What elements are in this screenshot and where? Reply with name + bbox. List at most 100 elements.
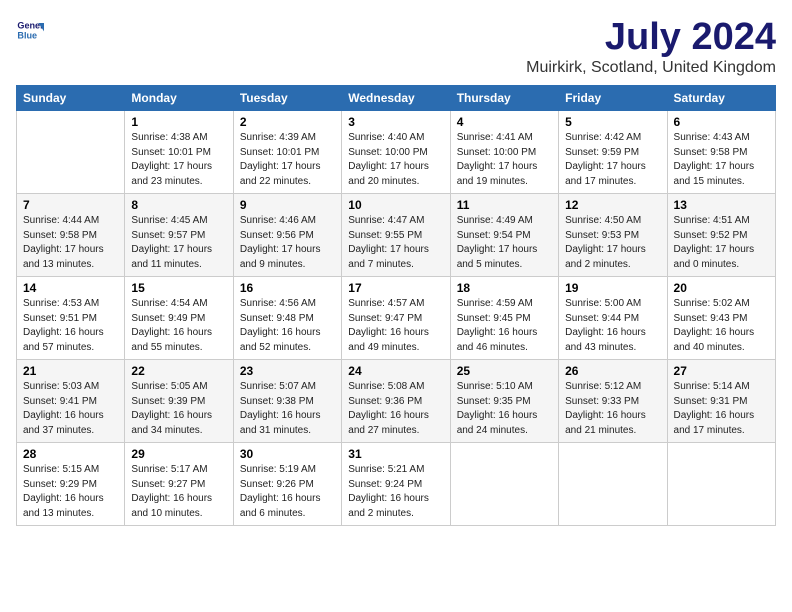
day-header-tuesday: Tuesday — [233, 86, 341, 111]
calendar-cell: 16 Sunrise: 4:56 AM Sunset: 9:48 PM Dayli… — [233, 277, 341, 360]
calendar-week-3: 14Sunrise: 4:53 AM Sunset: 9:51 PM Dayli… — [17, 277, 776, 360]
calendar-cell: 23Sunrise: 5:07 AM Sunset: 9:38 PM Dayli… — [233, 360, 341, 443]
calendar-cell: 20 Sunrise: 5:02 AM Sunset: 9:43 PM Dayli… — [667, 277, 775, 360]
cell-content: Sunrise: 5:00 AM Sunset: 9:44 PM Dayligh… — [565, 297, 660, 355]
cell-content: Sunrise: 4:39 AM Sunset: 10:01 PM Daylig… — [240, 131, 335, 189]
cell-content: Sunrise: 4:51 AM Sunset: 9:52 PM Dayligh… — [674, 214, 769, 272]
cell-content: Sunrise: 5:08 AM Sunset: 9:36 PM Dayligh… — [348, 380, 443, 438]
logo-icon: General Blue — [16, 16, 44, 44]
calendar-cell: 24 Sunrise: 5:08 AM Sunset: 9:36 PM Dayli… — [342, 360, 450, 443]
day-number: 7 — [23, 198, 118, 212]
cell-content: Sunrise: 4:50 AM Sunset: 9:53 PM Dayligh… — [565, 214, 660, 272]
day-header-sunday: Sunday — [17, 86, 125, 111]
calendar-cell — [17, 111, 125, 194]
calendar-cell — [667, 443, 775, 526]
day-number: 3 — [348, 115, 443, 129]
cell-content: Sunrise: 5:10 AM Sunset: 9:35 PM Dayligh… — [457, 380, 552, 438]
cell-content: Sunrise: 5:02 AM Sunset: 9:43 PM Dayligh… — [674, 297, 769, 355]
title-block: July 2024 Muirkirk, Scotland, United Kin… — [526, 16, 776, 77]
calendar-cell: 30Sunrise: 5:19 AM Sunset: 9:26 PM Dayli… — [233, 443, 341, 526]
day-number: 5 — [565, 115, 660, 129]
cell-content: Sunrise: 5:05 AM Sunset: 9:39 PM Dayligh… — [131, 380, 226, 438]
calendar-cell: 31 Sunrise: 5:21 AM Sunset: 9:24 PM Dayli… — [342, 443, 450, 526]
calendar-cell: 13 Sunrise: 4:51 AM Sunset: 9:52 PM Dayli… — [667, 194, 775, 277]
day-number: 4 — [457, 115, 552, 129]
cell-content: Sunrise: 5:07 AM Sunset: 9:38 PM Dayligh… — [240, 380, 335, 438]
day-number: 30 — [240, 447, 335, 461]
cell-content: Sunrise: 4:43 AM Sunset: 9:58 PM Dayligh… — [674, 131, 769, 189]
day-number: 19 — [565, 281, 660, 295]
cell-content: Sunrise: 5:14 AM Sunset: 9:31 PM Dayligh… — [674, 380, 769, 438]
calendar-cell: 2 Sunrise: 4:39 AM Sunset: 10:01 PM Dayli… — [233, 111, 341, 194]
calendar-cell: 11 Sunrise: 4:49 AM Sunset: 9:54 PM Dayli… — [450, 194, 558, 277]
cell-content: Sunrise: 4:49 AM Sunset: 9:54 PM Dayligh… — [457, 214, 552, 272]
calendar-cell: 29Sunrise: 5:17 AM Sunset: 9:27 PM Dayli… — [125, 443, 233, 526]
cell-content: Sunrise: 4:57 AM Sunset: 9:47 PM Dayligh… — [348, 297, 443, 355]
cell-content: Sunrise: 5:17 AM Sunset: 9:27 PM Dayligh… — [131, 463, 226, 521]
cell-content: Sunrise: 4:46 AM Sunset: 9:56 PM Dayligh… — [240, 214, 335, 272]
calendar-cell: 26 Sunrise: 5:12 AM Sunset: 9:33 PM Dayli… — [559, 360, 667, 443]
day-number: 11 — [457, 198, 552, 212]
day-number: 31 — [348, 447, 443, 461]
day-header-thursday: Thursday — [450, 86, 558, 111]
cell-content: Sunrise: 4:42 AM Sunset: 9:59 PM Dayligh… — [565, 131, 660, 189]
cell-content: Sunrise: 4:56 AM Sunset: 9:48 PM Dayligh… — [240, 297, 335, 355]
svg-text:General: General — [17, 21, 44, 31]
day-number: 24 — [348, 364, 443, 378]
cell-content: Sunrise: 5:03 AM Sunset: 9:41 PM Dayligh… — [23, 380, 118, 438]
day-number: 25 — [457, 364, 552, 378]
calendar-cell: 9 Sunrise: 4:46 AM Sunset: 9:56 PM Daylig… — [233, 194, 341, 277]
cell-content: Sunrise: 4:59 AM Sunset: 9:45 PM Dayligh… — [457, 297, 552, 355]
day-header-saturday: Saturday — [667, 86, 775, 111]
cell-content: Sunrise: 4:38 AM Sunset: 10:01 PM Daylig… — [131, 131, 226, 189]
cell-content: Sunrise: 5:12 AM Sunset: 9:33 PM Dayligh… — [565, 380, 660, 438]
calendar-cell: 7Sunrise: 4:44 AM Sunset: 9:58 PM Daylig… — [17, 194, 125, 277]
calendar-cell: 15Sunrise: 4:54 AM Sunset: 9:49 PM Dayli… — [125, 277, 233, 360]
calendar-cell: 18 Sunrise: 4:59 AM Sunset: 9:45 PM Dayli… — [450, 277, 558, 360]
calendar-week-1: 1 Sunrise: 4:38 AM Sunset: 10:01 PM Dayli… — [17, 111, 776, 194]
calendar-cell: 28Sunrise: 5:15 AM Sunset: 9:29 PM Dayli… — [17, 443, 125, 526]
calendar-cell — [559, 443, 667, 526]
location-title: Muirkirk, Scotland, United Kingdom — [526, 59, 776, 77]
cell-content: Sunrise: 4:41 AM Sunset: 10:00 PM Daylig… — [457, 131, 552, 189]
calendar-table: SundayMondayTuesdayWednesdayThursdayFrid… — [16, 85, 776, 526]
day-number: 20 — [674, 281, 769, 295]
cell-content: Sunrise: 5:21 AM Sunset: 9:24 PM Dayligh… — [348, 463, 443, 521]
calendar-cell: 3 Sunrise: 4:40 AM Sunset: 10:00 PM Dayli… — [342, 111, 450, 194]
day-number: 26 — [565, 364, 660, 378]
day-number: 9 — [240, 198, 335, 212]
day-number: 16 — [240, 281, 335, 295]
cell-content: Sunrise: 4:40 AM Sunset: 10:00 PM Daylig… — [348, 131, 443, 189]
day-number: 2 — [240, 115, 335, 129]
day-number: 8 — [131, 198, 226, 212]
day-number: 1 — [131, 115, 226, 129]
calendar-cell: 14Sunrise: 4:53 AM Sunset: 9:51 PM Dayli… — [17, 277, 125, 360]
day-number: 6 — [674, 115, 769, 129]
day-number: 27 — [674, 364, 769, 378]
day-number: 13 — [674, 198, 769, 212]
calendar-week-5: 28Sunrise: 5:15 AM Sunset: 9:29 PM Dayli… — [17, 443, 776, 526]
calendar-cell: 4 Sunrise: 4:41 AM Sunset: 10:00 PM Dayli… — [450, 111, 558, 194]
day-number: 18 — [457, 281, 552, 295]
day-header-wednesday: Wednesday — [342, 86, 450, 111]
page-header: General Blue General Blue July 2024 Muir… — [16, 16, 776, 77]
cell-content: Sunrise: 4:54 AM Sunset: 9:49 PM Dayligh… — [131, 297, 226, 355]
day-number: 12 — [565, 198, 660, 212]
calendar-cell: 25 Sunrise: 5:10 AM Sunset: 9:35 PM Dayli… — [450, 360, 558, 443]
calendar-cell: 5 Sunrise: 4:42 AM Sunset: 9:59 PM Daylig… — [559, 111, 667, 194]
logo: General Blue General Blue — [16, 16, 44, 44]
day-number: 22 — [131, 364, 226, 378]
calendar-cell: 21 Sunrise: 5:03 AM Sunset: 9:41 PM Dayli… — [17, 360, 125, 443]
calendar-cell — [450, 443, 558, 526]
calendar-week-4: 21 Sunrise: 5:03 AM Sunset: 9:41 PM Dayli… — [17, 360, 776, 443]
day-number: 21 — [23, 364, 118, 378]
calendar-cell: 12 Sunrise: 4:50 AM Sunset: 9:53 PM Dayli… — [559, 194, 667, 277]
day-header-monday: Monday — [125, 86, 233, 111]
cell-content: Sunrise: 4:47 AM Sunset: 9:55 PM Dayligh… — [348, 214, 443, 272]
day-number: 17 — [348, 281, 443, 295]
calendar-cell: 17 Sunrise: 4:57 AM Sunset: 9:47 PM Dayli… — [342, 277, 450, 360]
calendar-cell: 19 Sunrise: 5:00 AM Sunset: 9:44 PM Dayli… — [559, 277, 667, 360]
day-header-friday: Friday — [559, 86, 667, 111]
calendar-cell: 10Sunrise: 4:47 AM Sunset: 9:55 PM Dayli… — [342, 194, 450, 277]
calendar-cell: 6 Sunrise: 4:43 AM Sunset: 9:58 PM Daylig… — [667, 111, 775, 194]
